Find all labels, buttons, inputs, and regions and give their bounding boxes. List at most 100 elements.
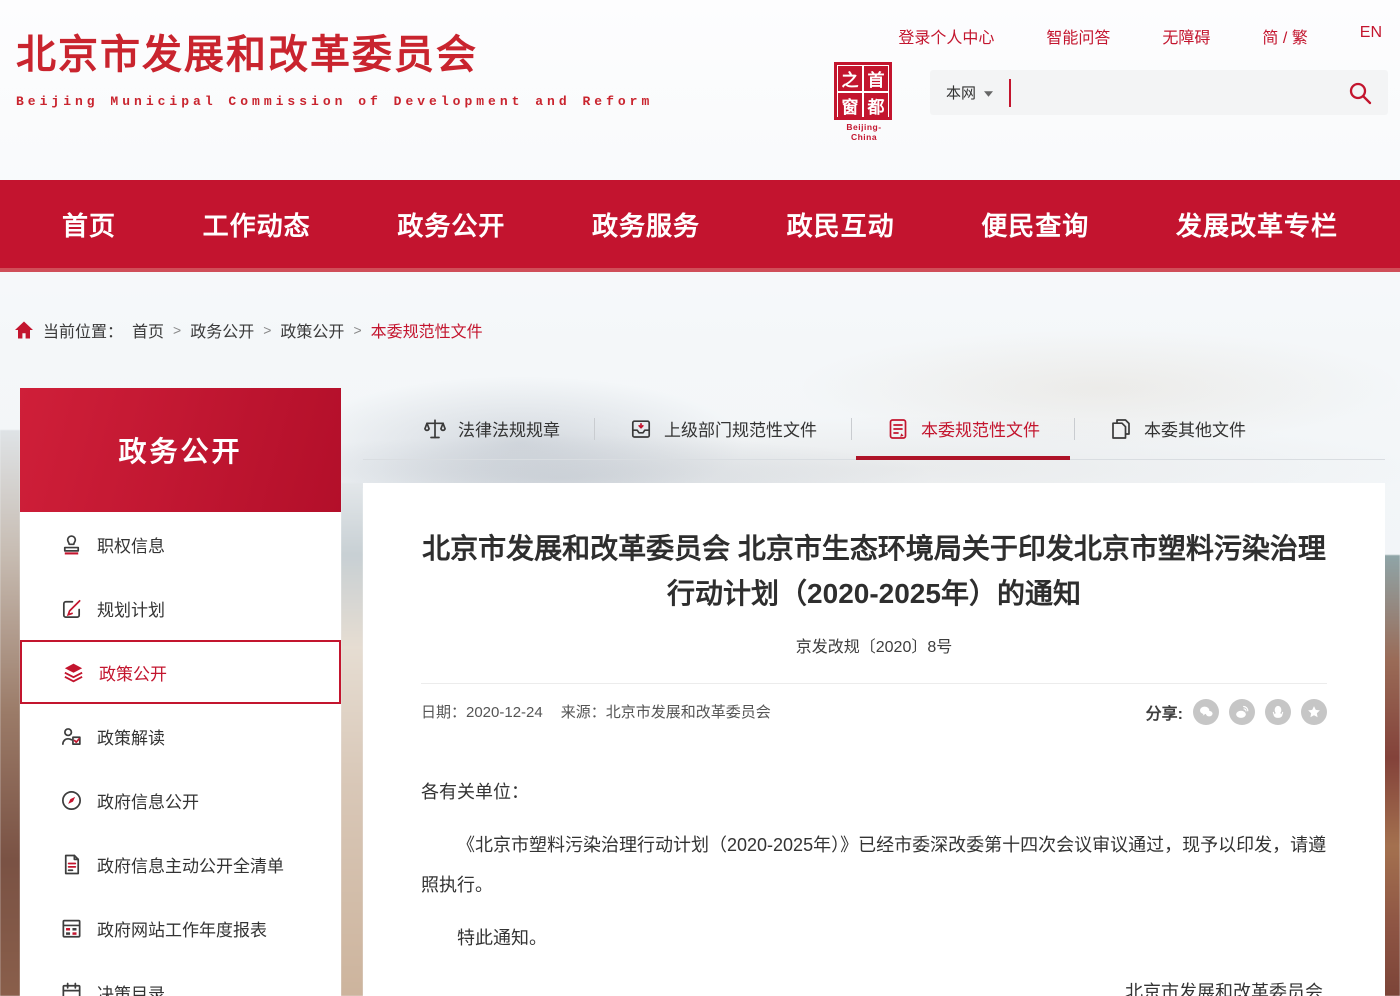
sidebar-title: 政务公开	[20, 388, 341, 512]
sidebar-item-annual-website-report[interactable]: 政府网站工作年度报表	[20, 896, 341, 960]
simplified-traditional-link[interactable]: 简 / 繁	[1262, 24, 1307, 48]
nav-item-work-news[interactable]: 工作动态	[203, 206, 311, 243]
breadcrumb-separator: >	[353, 322, 361, 338]
report-grid-icon	[60, 917, 83, 940]
breadcrumb-item[interactable]: 政务公开	[190, 318, 254, 342]
calendar-icon	[60, 981, 83, 996]
nav-item-reform-column[interactable]: 发展改革专栏	[1176, 206, 1338, 243]
article-source: 来源：北京市发展和改革委员会	[561, 701, 771, 722]
seal-char: 之	[838, 66, 862, 91]
seal-char: 都	[864, 93, 888, 118]
accessibility-link[interactable]: 无障碍	[1162, 24, 1210, 48]
background-photo-gap	[341, 483, 363, 996]
wechat-icon[interactable]	[1193, 699, 1219, 725]
scales-icon	[423, 417, 447, 441]
layers-icon	[62, 661, 85, 684]
doc-lines-icon	[886, 417, 910, 441]
nav-item-gov-services[interactable]: 政务服务	[592, 206, 700, 243]
signature: 北京市发展和改革委员会	[421, 973, 1327, 996]
chevron-down-icon	[984, 84, 993, 101]
share-bar: 分享:	[1146, 699, 1327, 725]
breadcrumb-separator: >	[263, 322, 271, 338]
search-divider	[1009, 79, 1011, 107]
tab-label: 上级部门规范性文件	[664, 416, 817, 441]
tab-label: 本委规范性文件	[921, 416, 1040, 441]
article-doc-number: 京发改规〔2020〕8号	[421, 633, 1327, 657]
search-icon[interactable]	[1348, 81, 1372, 105]
sidebar-item-label: 政府信息公开	[97, 788, 199, 813]
document-tabs: 法律法规规章 上级部门规范性文件	[363, 398, 1385, 460]
sidebar-item-proactive-disclosure-list[interactable]: 政府信息主动公开全清单	[20, 832, 341, 896]
document-list-icon	[60, 853, 83, 876]
breadcrumb-separator: >	[173, 322, 181, 338]
sidebar-item-label: 政策公开	[99, 660, 167, 685]
article-title: 北京市发展和改革委员会 北京市生态环境局关于印发北京市塑料污染治理行动计划（20…	[421, 527, 1327, 617]
page: 北京市发展和改革委员会 Beijing Municipal Commission…	[0, 0, 1400, 996]
search-input[interactable]	[1025, 70, 1348, 115]
article-card: 北京市发展和改革委员会 北京市生态环境局关于印发北京市塑料污染治理行动计划（20…	[363, 483, 1385, 996]
sidebar-item-label: 政府网站工作年度报表	[97, 916, 267, 941]
tab-commission-other-docs[interactable]: 本委其他文件	[1075, 398, 1280, 459]
home-icon[interactable]	[14, 320, 34, 340]
sidebar-item-label: 政策解读	[97, 724, 165, 749]
stamp-icon	[60, 533, 83, 556]
seal-caption: Beijing-China	[834, 122, 894, 142]
sidebar-item-gov-info-open[interactable]: 政府信息公开	[20, 768, 341, 832]
sidebar-item-label: 政府信息主动公开全清单	[97, 852, 284, 877]
search-bar: 本网	[930, 70, 1388, 115]
sidebar-item-planning[interactable]: 规划计划	[20, 576, 341, 640]
beijing-china-seal-logo: 之 首 窗 都 Beijing-China	[834, 62, 894, 142]
paragraph: 特此通知。	[421, 919, 1327, 959]
nav-item-interaction[interactable]: 政民互动	[787, 206, 895, 243]
tab-label: 本委其他文件	[1144, 416, 1246, 441]
paragraph: 《北京市塑料污染治理行动计划（2020-2025年）》已经市委深改委第十四次会议…	[421, 826, 1327, 905]
main-nav: 首页 工作动态 政务公开 政务服务 政民互动 便民查询 发展改革专栏	[0, 180, 1400, 272]
sidebar-item-label: 职权信息	[97, 532, 165, 557]
person-check-icon	[60, 725, 83, 748]
search-scope-label: 本网	[946, 82, 976, 103]
sidebar-item-policy-interpretation[interactable]: 政策解读	[20, 704, 341, 768]
background-photo-right	[1384, 555, 1400, 996]
smart-qa-link[interactable]: 智能问答	[1046, 24, 1110, 48]
tab-label: 法律法规规章	[458, 416, 560, 441]
sidebar-item-label: 决策目录	[97, 980, 165, 996]
sidebar-item-authority-info[interactable]: 职权信息	[20, 512, 341, 576]
star-icon[interactable]	[1301, 699, 1327, 725]
breadcrumb-item-current[interactable]: 本委规范性文件	[371, 318, 483, 342]
edit-icon	[60, 597, 83, 620]
tab-laws-regulations[interactable]: 法律法规规章	[389, 398, 594, 459]
nav-item-gov-open[interactable]: 政务公开	[397, 206, 505, 243]
top-links: 登录个人中心 智能问答 无障碍 简 / 繁 EN	[898, 24, 1382, 48]
qq-icon[interactable]	[1265, 699, 1291, 725]
salutation: 各有关单位：	[421, 773, 1327, 813]
breadcrumb: 当前位置： 首页 > 政务公开 > 政策公开 > 本委规范性文件	[14, 318, 483, 342]
sidebar-item-label: 规划计划	[97, 596, 165, 621]
tab-commission-normative-docs[interactable]: 本委规范性文件	[852, 398, 1074, 459]
nav-item-convenience[interactable]: 便民查询	[981, 206, 1089, 243]
article-body: 各有关单位： 《北京市塑料污染治理行动计划（2020-2025年）》已经市委深改…	[421, 773, 1327, 996]
site-logo: 北京市发展和改革委员会 Beijing Municipal Commission…	[16, 22, 653, 109]
english-link[interactable]: EN	[1360, 24, 1382, 48]
search-scope-dropdown[interactable]: 本网	[946, 82, 993, 103]
breadcrumb-label: 当前位置：	[43, 318, 123, 342]
share-label: 分享:	[1146, 700, 1183, 724]
sidebar-item-policy-open[interactable]: 政策公开	[20, 640, 341, 704]
seal-grid: 之 首 窗 都	[834, 62, 892, 120]
sidebar-item-decision-catalog[interactable]: 决策目录	[20, 960, 341, 996]
nav-item-home[interactable]: 首页	[62, 206, 116, 243]
background-photo-left	[0, 430, 20, 996]
article-date: 日期：2020-12-24	[421, 701, 543, 722]
breadcrumb-item[interactable]: 政策公开	[280, 318, 344, 342]
site-title: 北京市发展和改革委员会	[16, 22, 653, 80]
login-link[interactable]: 登录个人中心	[898, 24, 994, 48]
sidebar: 政务公开 职权信息 规划计划	[20, 388, 341, 996]
docs-copy-icon	[1109, 417, 1133, 441]
inbox-icon	[629, 417, 653, 441]
seal-char: 首	[864, 66, 888, 91]
weibo-icon[interactable]	[1229, 699, 1255, 725]
tab-superior-normative-docs[interactable]: 上级部门规范性文件	[595, 398, 851, 459]
seal-char: 窗	[838, 93, 862, 118]
article-meta: 日期：2020-12-24 来源：北京市发展和改革委员会 分享:	[421, 684, 1327, 739]
site-subtitle: Beijing Municipal Commission of Developm…	[16, 94, 653, 109]
breadcrumb-item[interactable]: 首页	[132, 318, 164, 342]
